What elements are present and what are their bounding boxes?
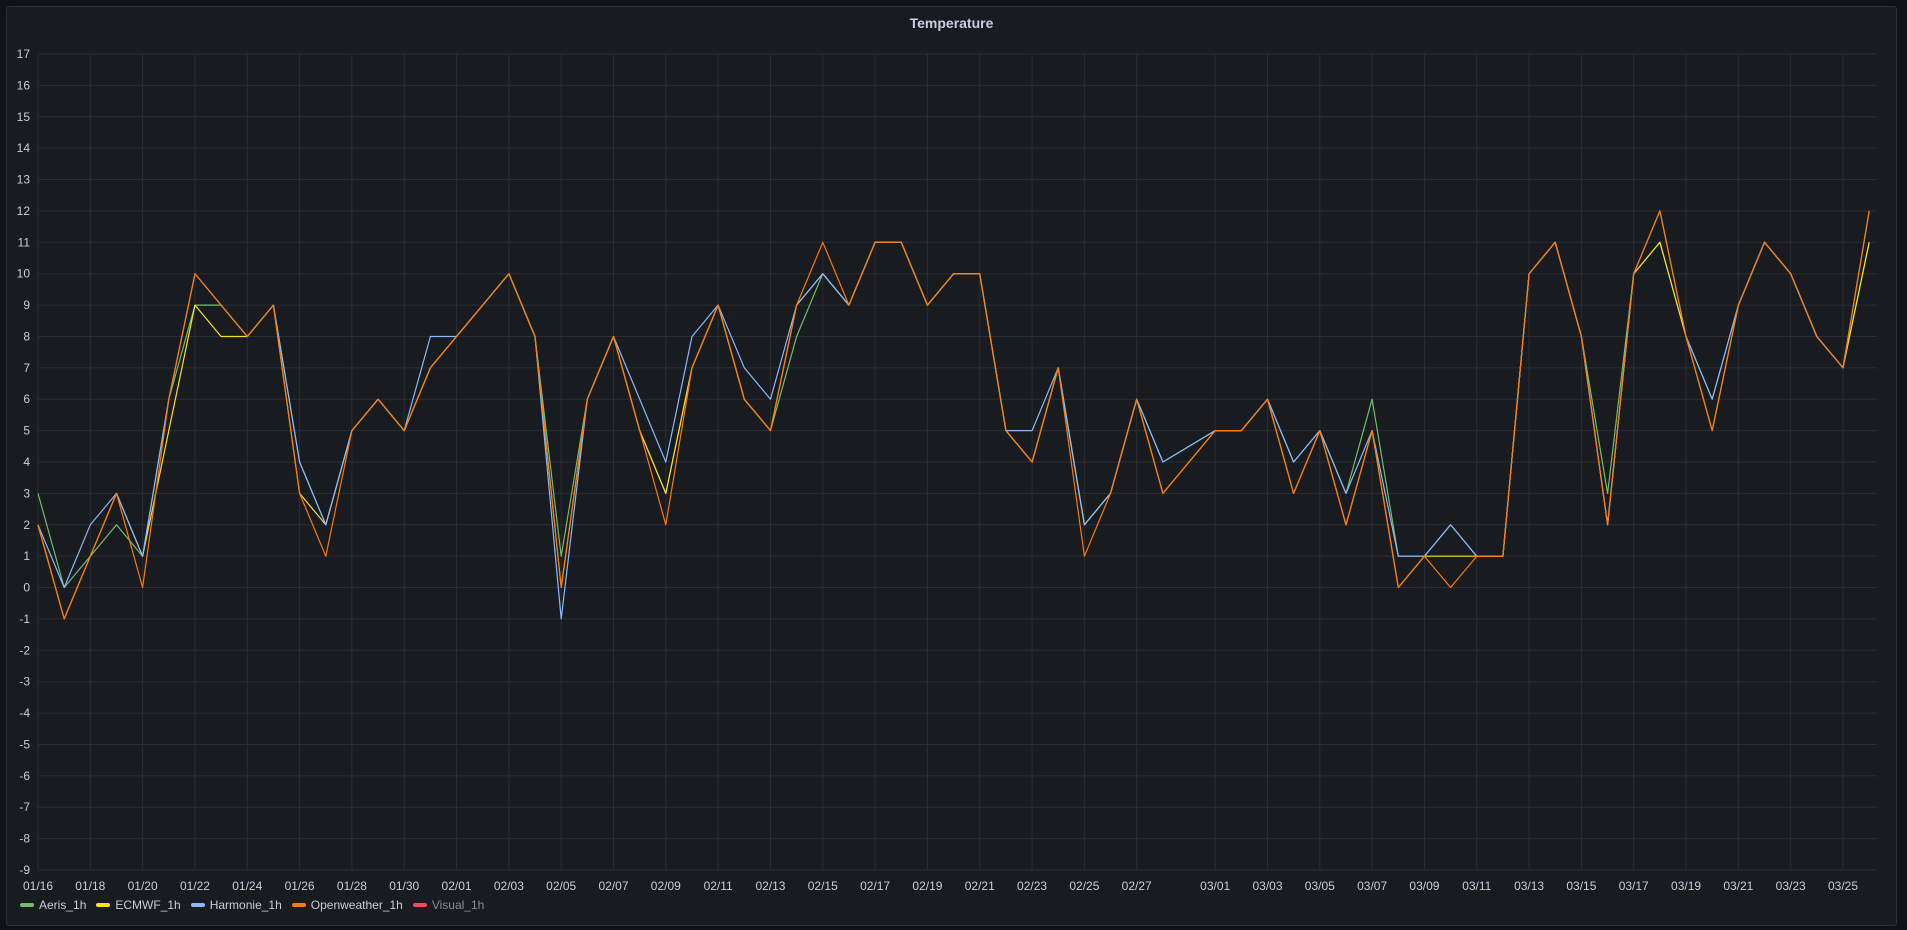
x-tick-label: 01/16 [23,879,53,893]
x-tick-label: 02/11 [704,879,733,893]
legend-swatch [96,903,111,907]
temperature-chart[interactable]: 17161514131211109876543210-1-2-3-4-5-6-7… [0,0,1907,930]
y-tick-label: 11 [18,235,31,249]
y-tick-label: -8 [19,832,30,846]
y-tick-label: 1 [23,549,30,563]
legend-label: Openweather_1h [310,898,403,912]
x-tick-label: 02/13 [755,879,785,893]
y-tick-label: -3 [19,675,30,689]
y-tick-label: 16 [17,78,31,92]
y-tick-label: 2 [23,518,30,532]
y-tick-label: 6 [23,392,30,406]
x-tick-label: 01/30 [389,879,419,893]
x-tick-label: 03/01 [1200,879,1230,893]
legend-item-ecmwf-1h[interactable]: ECMWF_1h [96,898,181,912]
series-line-aeris-1h[interactable] [37,241,1870,589]
y-tick-label: -4 [19,706,30,720]
x-tick-label: 02/17 [860,879,890,893]
legend-item-openweather-1h[interactable]: Openweather_1h [291,898,403,912]
x-tick-label: 03/21 [1723,879,1753,893]
x-tick-label: 03/03 [1252,879,1282,893]
x-tick-label: 03/17 [1619,879,1649,893]
y-tick-label: 13 [17,173,31,187]
y-tick-label: 14 [17,141,31,155]
legend-swatch [291,903,306,907]
legend-swatch [20,903,34,907]
x-tick-label: 03/19 [1671,879,1701,893]
legend-swatch [190,903,205,907]
y-tick-label: -2 [19,643,30,657]
legend-swatch [412,903,427,907]
x-tick-label: 01/24 [232,879,262,893]
legend-item-harmonie-1h[interactable]: Harmonie_1h [190,898,282,912]
legend-label: Harmonie_1h [209,898,282,912]
y-tick-label: 17 [17,47,31,61]
x-tick-label: 01/20 [128,879,158,893]
y-tick-label: 3 [23,486,30,500]
x-tick-label: 03/25 [1828,879,1858,893]
chart-legend: Aeris_1h ECMWF_1h Harmonie_1h Openweather_1… [20,898,484,912]
legend-label: ECMWF_1h [115,898,181,912]
x-tick-label: 02/21 [965,879,995,893]
x-tick-label: 03/09 [1409,879,1439,893]
x-tick-label: 03/13 [1514,879,1544,893]
y-tick-label: 15 [17,110,31,124]
x-tick-label: 02/05 [546,879,576,893]
x-tick-label: 02/25 [1069,879,1099,893]
legend-item-visual-1h[interactable]: Visual_1h [412,898,485,912]
x-tick-label: 01/18 [75,879,105,893]
legend-label: Visual_1h [431,898,485,912]
y-tick-label: 9 [23,298,30,312]
y-tick-label: -6 [19,769,30,783]
y-tick-label: 10 [17,267,31,281]
y-tick-label: 4 [23,455,30,469]
x-tick-label: 02/07 [598,879,628,893]
x-tick-label: 02/23 [1017,879,1047,893]
x-tick-label: 01/28 [337,879,367,893]
x-tick-label: 03/11 [1462,879,1491,893]
x-tick-label: 01/26 [285,879,315,893]
y-tick-label: -5 [19,737,30,751]
x-tick-label: 02/15 [808,879,838,893]
y-tick-label: -7 [19,800,30,814]
x-tick-label: 03/15 [1566,879,1596,893]
x-tick-label: 03/07 [1357,879,1387,893]
x-tick-label: 02/19 [912,879,942,893]
y-tick-label: 0 [23,581,30,595]
y-tick-label: 8 [23,329,30,343]
y-tick-label: 7 [23,361,30,375]
x-tick-label: 02/01 [442,879,472,893]
y-tick-label: 5 [23,424,30,438]
legend-label: Aeris_1h [39,898,87,912]
x-tick-label: 02/27 [1122,879,1152,893]
y-tick-label: -9 [19,863,30,877]
x-tick-label: 02/09 [651,879,681,893]
y-tick-label: 12 [17,204,31,218]
x-tick-label: 03/23 [1776,879,1806,893]
x-tick-label: 03/05 [1305,879,1335,893]
legend-item-aeris-1h[interactable]: Aeris_1h [20,898,86,912]
x-tick-label: 01/22 [180,879,210,893]
y-tick-label: -1 [19,612,30,626]
x-tick-label: 02/03 [494,879,524,893]
